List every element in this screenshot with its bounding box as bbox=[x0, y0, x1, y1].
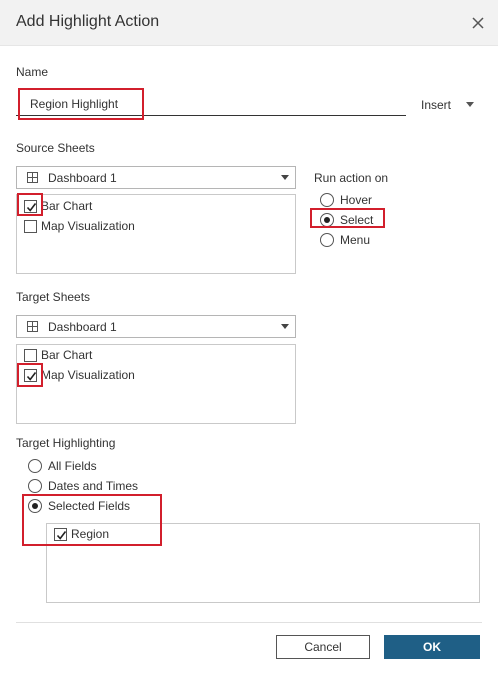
target-highlighting-label: Target Highlighting bbox=[16, 436, 116, 450]
selected-fields-label: Selected Fields bbox=[48, 499, 131, 513]
all-fields-label: All Fields bbox=[48, 459, 97, 473]
footer-divider bbox=[16, 622, 482, 623]
target-sheets-label: Target Sheets bbox=[16, 290, 91, 304]
menu-radio[interactable] bbox=[320, 233, 334, 247]
source-map-visualization-checkbox[interactable] bbox=[24, 220, 37, 233]
ok-button[interactable]: OK bbox=[384, 635, 480, 659]
dialog-titlebar: Add Highlight Action bbox=[0, 0, 498, 46]
source-map-visualization-label: Map Visualization bbox=[41, 219, 135, 233]
dates-and-times-radio[interactable] bbox=[28, 479, 42, 493]
chevron-down-icon bbox=[281, 175, 289, 180]
target-sheets-list: Bar Chart Map Visualization bbox=[16, 344, 296, 424]
source-sheets-list: Bar Chart Map Visualization bbox=[16, 194, 296, 274]
region-checkbox[interactable] bbox=[54, 528, 67, 541]
target-map-visualization-label: Map Visualization bbox=[41, 368, 135, 382]
source-sheets-dropdown-value: Dashboard 1 bbox=[48, 171, 117, 185]
menu-label: Menu bbox=[340, 233, 371, 247]
target-sheets-dropdown[interactable]: Dashboard 1 bbox=[16, 315, 296, 338]
target-bar-chart-label: Bar Chart bbox=[41, 348, 93, 362]
target-bar-chart-checkbox[interactable] bbox=[24, 349, 37, 362]
chevron-down-icon bbox=[281, 324, 289, 329]
region-label: Region bbox=[71, 527, 110, 541]
source-bar-chart-label: Bar Chart bbox=[41, 199, 93, 213]
hover-label: Hover bbox=[340, 193, 373, 207]
action-name-input[interactable] bbox=[16, 92, 406, 116]
insert-chevron-down-icon[interactable] bbox=[466, 102, 474, 107]
hover-radio[interactable] bbox=[320, 193, 334, 207]
all-fields-radio[interactable] bbox=[28, 459, 42, 473]
source-sheets-label: Source Sheets bbox=[16, 141, 95, 155]
insert-menu-button[interactable]: Insert bbox=[421, 98, 451, 112]
target-map-visualization-checkbox[interactable] bbox=[24, 369, 37, 382]
select-label: Select bbox=[340, 213, 374, 227]
dashboard-grid-icon bbox=[27, 321, 38, 332]
source-sheets-dropdown[interactable]: Dashboard 1 bbox=[16, 166, 296, 189]
run-action-label: Run action on bbox=[314, 171, 389, 185]
select-radio[interactable] bbox=[320, 213, 334, 227]
selected-fields-list: Region bbox=[46, 523, 480, 603]
dates-and-times-label: Dates and Times bbox=[48, 479, 139, 493]
dashboard-grid-icon bbox=[27, 172, 38, 183]
close-icon[interactable] bbox=[470, 15, 486, 31]
name-label: Name bbox=[16, 65, 49, 79]
source-bar-chart-checkbox[interactable] bbox=[24, 200, 37, 213]
target-sheets-dropdown-value: Dashboard 1 bbox=[48, 320, 117, 334]
selected-fields-radio[interactable] bbox=[28, 499, 42, 513]
dialog-title: Add Highlight Action bbox=[16, 13, 160, 30]
cancel-button[interactable]: Cancel bbox=[276, 635, 370, 659]
